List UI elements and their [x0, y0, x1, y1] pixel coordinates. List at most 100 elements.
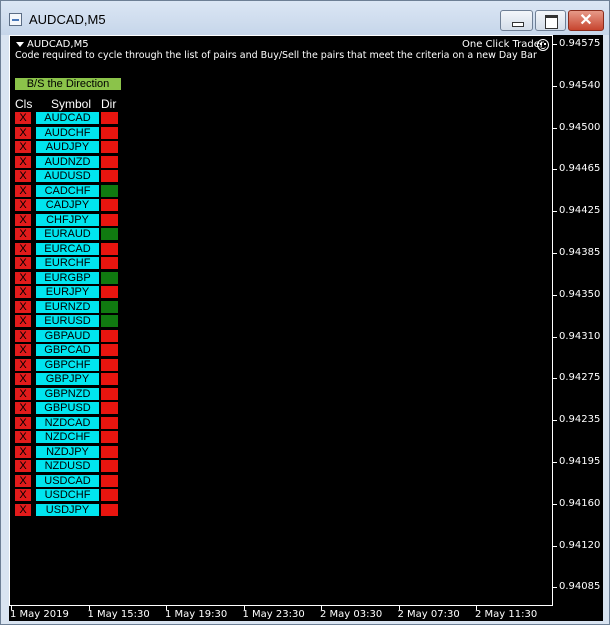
close-position-button[interactable]: X [15, 112, 31, 124]
close-position-button[interactable]: X [15, 373, 31, 385]
direction-indicator [101, 155, 118, 168]
price-tick-mark [553, 253, 557, 254]
pair-row: X EURCHF [9, 257, 129, 269]
close-position-button[interactable]: X [15, 170, 31, 182]
close-position-button[interactable]: X [15, 402, 31, 414]
symbol-button[interactable]: USDJPY [36, 503, 99, 516]
symbol-button[interactable]: CADCHF [36, 184, 99, 197]
close-position-button[interactable]: X [15, 431, 31, 443]
price-tick-label: 0.94385 [559, 247, 601, 258]
window-title: AUDCAD,M5 [29, 12, 106, 27]
pair-row: X AUDJPY [9, 141, 129, 153]
price-tick-mark [553, 545, 557, 547]
chart-symbol-text: AUDCAD,M5 [27, 39, 89, 50]
close-position-button[interactable]: X [15, 228, 31, 240]
price-tick-label: 0.94085 [559, 581, 601, 593]
symbol-button[interactable]: USDCHF [36, 489, 99, 501]
symbol-button[interactable]: EURJPY [36, 286, 99, 298]
smiley-icon [537, 39, 549, 51]
close-position-button[interactable]: X [15, 300, 31, 313]
direction-indicator [101, 126, 118, 139]
close-position-button[interactable]: X [15, 416, 31, 429]
chart-window-icon [9, 13, 22, 26]
pair-row: X GBPCAD [9, 344, 129, 356]
close-window-button[interactable]: ✕ [568, 10, 604, 31]
close-position-button[interactable]: X [15, 315, 31, 327]
chart-comment: Code required to cycle through the list … [15, 50, 537, 61]
symbol-button[interactable]: EURAUD [36, 228, 99, 240]
pair-row: X GBPAUD [9, 329, 129, 342]
close-position-button[interactable]: X [15, 155, 31, 168]
symbol-button[interactable]: NZDCHF [36, 431, 99, 443]
close-position-button[interactable]: X [15, 242, 31, 255]
price-tick-mark [553, 587, 557, 589]
header-cls: Cls [15, 97, 33, 111]
minimize-button[interactable] [500, 10, 533, 31]
maximize-button[interactable] [535, 10, 566, 31]
close-position-button[interactable]: X [15, 141, 31, 153]
close-position-button[interactable]: X [15, 329, 31, 342]
close-position-button[interactable]: X [15, 184, 31, 197]
price-tick-label: 0.94350 [559, 288, 601, 300]
pair-row: X USDCAD [9, 474, 129, 487]
symbol-button[interactable]: GBPJPY [36, 373, 99, 385]
symbol-button[interactable]: GBPAUD [36, 329, 99, 342]
close-position-button[interactable]: X [15, 489, 31, 501]
close-position-button[interactable]: X [15, 387, 31, 400]
bs-direction-button[interactable]: B/S the Direction [15, 78, 121, 90]
symbol-button[interactable]: GBPCHF [36, 358, 99, 371]
direction-indicator [101, 344, 118, 356]
close-position-button[interactable]: X [15, 344, 31, 356]
direction-indicator [101, 373, 118, 385]
price-tick-mark [553, 85, 557, 87]
symbol-button[interactable]: GBPNZD [36, 387, 99, 400]
symbol-button[interactable]: EURGBP [36, 271, 99, 284]
symbol-button[interactable]: EURCHF [36, 257, 99, 269]
symbol-button[interactable]: AUDCAD [36, 112, 99, 124]
price-tick-mark [553, 294, 557, 296]
close-position-button[interactable]: X [15, 445, 31, 458]
symbol-button[interactable]: EURCAD [36, 242, 99, 255]
chart-symbol-label: AUDCAD,M5 [16, 39, 89, 50]
close-position-button[interactable]: X [15, 460, 31, 472]
price-tick-label: 0.94275 [559, 372, 601, 384]
time-tick-label: 1 May 19:30 [165, 609, 228, 620]
symbol-button[interactable]: GBPCAD [36, 344, 99, 356]
close-position-button[interactable]: X [15, 474, 31, 487]
close-position-button[interactable]: X [15, 213, 31, 226]
title-bar[interactable]: AUDCAD,M5 ✕ [1, 1, 609, 35]
close-position-button[interactable]: X [15, 199, 31, 211]
symbol-button[interactable]: EURNZD [36, 300, 99, 313]
direction-indicator [101, 257, 118, 269]
close-position-button[interactable]: X [15, 271, 31, 284]
symbol-button[interactable]: AUDNZD [36, 155, 99, 168]
symbol-button[interactable]: CADJPY [36, 199, 99, 211]
symbol-button[interactable]: EURUSD [36, 315, 99, 327]
pair-row: X AUDCHF [9, 126, 129, 139]
pair-row: X NZDUSD [9, 460, 129, 472]
symbol-button[interactable]: AUDJPY [36, 141, 99, 153]
pair-row: X NZDCAD [9, 416, 129, 429]
triangle-down-icon [16, 41, 24, 47]
close-position-button[interactable]: X [15, 257, 31, 269]
symbol-button[interactable]: CHFJPY [36, 213, 99, 226]
symbol-button[interactable]: NZDJPY [36, 445, 99, 458]
pair-row: X CADJPY [9, 199, 129, 211]
direction-indicator [101, 271, 118, 284]
price-chart[interactable]: AUDCAD,M5 Code required to cycle through… [9, 35, 603, 621]
close-position-button[interactable]: X [15, 286, 31, 298]
pair-row: X GBPJPY [9, 373, 129, 385]
symbol-button[interactable]: AUDCHF [36, 126, 99, 139]
close-position-button[interactable]: X [15, 126, 31, 139]
symbol-button[interactable]: AUDUSD [36, 170, 99, 182]
pair-row: X CADCHF [9, 184, 129, 197]
direction-indicator [101, 489, 118, 501]
symbol-button[interactable]: NZDCAD [36, 416, 99, 429]
symbol-button[interactable]: USDCAD [36, 474, 99, 487]
close-position-button[interactable]: X [15, 503, 31, 516]
symbol-button[interactable]: GBPUSD [36, 402, 99, 414]
symbol-button[interactable]: NZDUSD [36, 460, 99, 472]
close-position-button[interactable]: X [15, 358, 31, 371]
direction-indicator [101, 213, 118, 226]
time-tick-label: 2 May 11:30 [475, 609, 538, 620]
